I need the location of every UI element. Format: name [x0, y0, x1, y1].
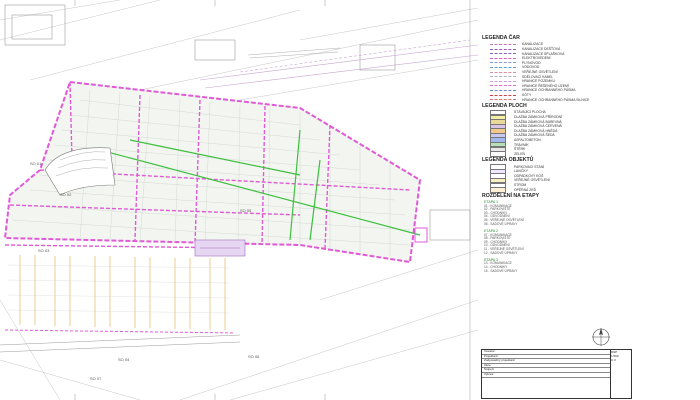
- parking-lower: [4, 244, 241, 334]
- plan-label: SO 07: [90, 376, 102, 381]
- parking-strip-top: [247, 47, 341, 59]
- line-swatch: [490, 67, 516, 69]
- area-legend-label: ZELEŇ: [514, 151, 525, 156]
- lower-road: [0, 334, 241, 353]
- line-legend-label: HRANICE OCHRANNÉHO PÁSMA SILNICE: [522, 97, 590, 102]
- title-block: Investor: Projektant: Zodpovědný projektan…: [481, 349, 611, 399]
- title-block-side: DSP 1:500 C.3: [610, 349, 632, 399]
- plan-label: SO 04: [118, 357, 130, 362]
- area-swatch: [490, 151, 506, 157]
- lines-legend: KANALIZACE KANALIZACE DEŠŤOVÁ KANALIZACE S…: [478, 42, 692, 102]
- drawing-sheet: SO 01 SO 02 SO 03 SO 04 SO 05 SO 06 SO 07 LEGE…: [0, 0, 700, 400]
- stage-block: ETAPA 3 13 - KOMUNIKACE 14 - CHODNÍKY 15 - …: [484, 258, 692, 273]
- line-swatch: [490, 57, 516, 59]
- line-legend-item: HRANICE OCHRANNÉHO PÁSMA SILNICE: [478, 97, 692, 102]
- parking-lower-hatch: [7, 264, 231, 314]
- plan-label: SO 01: [30, 161, 42, 166]
- line-swatch: [490, 80, 516, 82]
- line-swatch: [490, 48, 516, 50]
- stages-legend-title: ROZDĚLENÍ NA ETAPY: [482, 193, 540, 200]
- line-swatch: [490, 99, 516, 101]
- line-swatch: [490, 94, 516, 96]
- stages-legend: ETAPA 1 01 - KOMUNIKACE 02 - PARKOVIŠTĚ 03 …: [478, 200, 692, 273]
- north-arrow-icon: [592, 328, 610, 346]
- title-block-side-row: C.3: [611, 358, 616, 362]
- stage-item: 12 - SADOVÉ ÚPRAVY: [484, 250, 518, 255]
- line-swatch: [490, 62, 516, 64]
- stage-item: 06 - SADOVÉ ÚPRAVY: [484, 221, 518, 226]
- title-block-row: Výkres:: [482, 373, 610, 378]
- legend-panel: LEGENDA ČAR KANALIZACE KANALIZACE DEŠŤOVÁ…: [478, 34, 692, 276]
- site-plan: SO 01 SO 02 SO 03 SO 04 SO 05 SO 06 SO 07: [0, 0, 478, 400]
- line-swatch: [490, 90, 516, 92]
- plan-label: SO 05: [240, 208, 252, 213]
- object-legend-label: OPĚRNÁ ZEĎ: [514, 187, 537, 192]
- line-swatch: [490, 85, 516, 87]
- plan-label: SO 06: [248, 354, 260, 359]
- object-legend-item: OPĚRNÁ ZEĎ: [478, 187, 692, 193]
- area-legend-item: ZELEŇ: [478, 151, 692, 157]
- areas-legend-title: LEGENDA PLOCH: [482, 103, 527, 110]
- line-swatch: [490, 71, 516, 73]
- stage-block: ETAPA 1 01 - KOMUNIKACE 02 - PARKOVIŠTĚ 03 …: [484, 200, 692, 226]
- object-swatch: [490, 187, 506, 193]
- line-swatch: [490, 53, 516, 55]
- stage-block: ETAPA 2 07 - KOMUNIKACE 08 - PARKOVIŠTĚ 09 …: [484, 229, 692, 255]
- stage-item: 15 - SADOVÉ ÚPRAVY: [484, 268, 518, 273]
- road: [199, 39, 478, 89]
- objects-legend: PARKOVACÍ STÁNÍ LAVIČKY ODPADKOVÝ KOŠ VEŘEJ…: [478, 164, 692, 193]
- plan-label: SO 03: [38, 248, 50, 253]
- line-swatch: [490, 44, 516, 46]
- line-swatch: [490, 76, 516, 78]
- areas-legend: STÁVAJÍCÍ PLOCHA DLAŽBA ZÁMKOVÁ PŘÍRODNÍ D…: [478, 109, 692, 157]
- lines-legend-title: LEGENDA ČAR: [482, 35, 520, 41]
- plan-label: SO 02: [60, 192, 72, 197]
- objects-legend-title: LEGENDA OBJEKTŮ: [482, 157, 534, 164]
